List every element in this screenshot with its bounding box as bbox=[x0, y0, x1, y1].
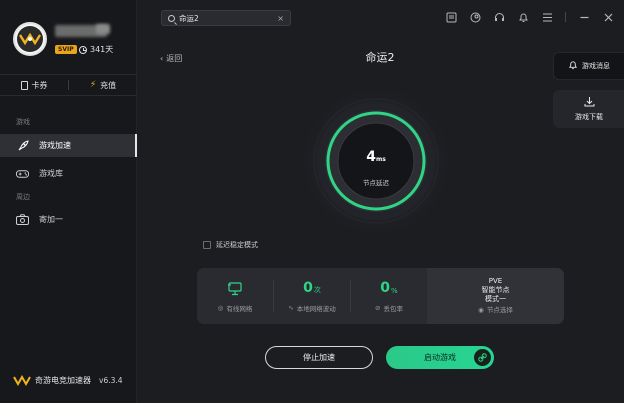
stat-packet-loss: 0% ⊘ 丢包率 bbox=[351, 268, 427, 324]
sidebar-item-jiayi[interactable]: 寄加一 bbox=[0, 208, 137, 231]
window-toolbar bbox=[445, 11, 614, 23]
username-redacted-extra bbox=[96, 24, 110, 34]
latency-label: 节点延迟 bbox=[363, 179, 389, 187]
avatar-logo-icon bbox=[17, 26, 43, 52]
link-icon[interactable] bbox=[474, 349, 491, 366]
stable-mode-label: 延迟稳定模式 bbox=[216, 241, 258, 249]
bolt-icon: ⚡ bbox=[89, 80, 97, 90]
menu-icon[interactable] bbox=[541, 11, 553, 23]
avatar[interactable] bbox=[13, 22, 47, 56]
sidebar-item-game-boost[interactable]: 游戏加速 bbox=[0, 134, 137, 157]
game-download-button[interactable]: 游戏下载 bbox=[553, 90, 624, 128]
local-label-row: ∿ 本地网络波动 bbox=[288, 303, 335, 313]
back-button[interactable]: ‹ 返回 bbox=[160, 53, 182, 64]
section-label-game: 游戏 bbox=[16, 118, 30, 126]
vip-days-text: 341天 bbox=[90, 45, 114, 54]
section-label-around: 周边 bbox=[16, 193, 30, 201]
node-label-row: ◉ 节点选择 bbox=[478, 306, 513, 315]
clock-icon bbox=[79, 45, 87, 54]
vip-days: 341天 bbox=[79, 44, 113, 55]
packet-loss-value: 0% bbox=[380, 280, 397, 296]
start-game-button[interactable]: 启动游戏 bbox=[386, 346, 494, 369]
stat-local-fluctuation: 0次 ∿ 本地网络波动 bbox=[274, 268, 350, 324]
node-label: 节点选择 bbox=[486, 306, 513, 314]
globe-icon: ◎ bbox=[217, 303, 224, 312]
link-icon: ⊘ bbox=[375, 303, 381, 312]
coupon-label: 卡券 bbox=[31, 80, 48, 90]
latency-gauge: 4ms 节点延迟 bbox=[296, 83, 456, 245]
smart-node: 智能节点 bbox=[481, 286, 510, 294]
start-game-label: 启动游戏 bbox=[424, 353, 456, 362]
stats-panel: ◎ 有线网络 0次 ∿ 本地网络波动 0% ⊘ 丢包率 PVE 智能节点 模式一… bbox=[197, 268, 564, 324]
back-label: 返回 bbox=[166, 54, 183, 63]
local-label: 本地网络波动 bbox=[296, 304, 336, 313]
bell-icon bbox=[568, 60, 578, 72]
wired-label-row: ◎ 有线网络 bbox=[218, 303, 253, 313]
gamepad-icon bbox=[16, 168, 29, 179]
sidebar-item-label: 游戏加速 bbox=[39, 141, 71, 150]
news-icon[interactable] bbox=[445, 11, 457, 23]
download-icon bbox=[584, 96, 595, 109]
coupon-button[interactable]: 卡券 bbox=[0, 80, 68, 91]
loss-number: 0 bbox=[380, 279, 391, 296]
game-news-label: 游戏消息 bbox=[582, 62, 610, 70]
brand-name: 奇游电竞加速器 bbox=[35, 376, 91, 385]
brand: 奇游电竞加速器 v6.3.4 bbox=[13, 374, 123, 387]
recharge-label: 充值 bbox=[100, 80, 117, 90]
vip-badge: SVIP bbox=[55, 45, 77, 54]
local-number: 0 bbox=[303, 279, 313, 296]
node-select-button[interactable]: PVE 智能节点 模式一 ◉ 节点选择 bbox=[427, 268, 564, 324]
stat-wired: ◎ 有线网络 bbox=[197, 268, 273, 324]
page-title: 命运2 bbox=[365, 51, 395, 64]
quick-actions: 卡券 ⚡ 充值 bbox=[0, 74, 137, 96]
minimize-icon[interactable] bbox=[578, 11, 590, 23]
local-unit: 次 bbox=[313, 285, 321, 294]
pulse-icon: ∿ bbox=[288, 303, 294, 312]
game-news-button[interactable]: 游戏消息 bbox=[553, 52, 624, 80]
game-download-label: 游戏下载 bbox=[575, 113, 603, 121]
sidebar-item-label: 寄加一 bbox=[39, 215, 63, 224]
loss-label: 丢包率 bbox=[383, 304, 403, 313]
sidebar-item-label: 游戏库 bbox=[39, 169, 63, 178]
version-text: v6.3.4 bbox=[99, 376, 123, 385]
card-icon bbox=[20, 80, 28, 90]
loss-label-row: ⊘ 丢包率 bbox=[375, 303, 403, 313]
search-input[interactable] bbox=[179, 13, 274, 23]
pve-mode: PVE bbox=[488, 277, 503, 285]
rocket-icon bbox=[16, 139, 29, 151]
local-fluctuation-value: 0次 bbox=[303, 280, 321, 296]
topbar: × bbox=[137, 0, 624, 36]
close-icon[interactable] bbox=[602, 11, 614, 23]
divider bbox=[565, 12, 566, 22]
loss-unit: % bbox=[391, 286, 398, 295]
headset-icon[interactable] bbox=[493, 11, 505, 23]
clear-icon[interactable]: × bbox=[277, 14, 284, 23]
sidebar-item-game-library[interactable]: 游戏库 bbox=[0, 162, 137, 185]
chevron-left-icon: ‹ bbox=[160, 54, 164, 63]
camera-icon bbox=[16, 214, 29, 225]
brand-logo-icon bbox=[13, 374, 31, 387]
mode-one: 模式一 bbox=[485, 295, 506, 303]
stop-boost-button[interactable]: 停止加速 bbox=[265, 346, 373, 369]
latency-number: 4 bbox=[366, 149, 376, 165]
sidebar: SVIP 341天 卡券 ⚡ 充值 游戏 游戏加速 游戏库 周边 寄加一 奇游电… bbox=[0, 0, 137, 403]
steam-icon[interactable] bbox=[469, 11, 481, 23]
search-box[interactable]: × bbox=[161, 10, 291, 26]
search-icon bbox=[168, 14, 175, 22]
right-panel: 游戏消息 游戏下载 bbox=[553, 52, 624, 128]
stable-mode-toggle[interactable]: 延迟稳定模式 bbox=[203, 240, 258, 250]
wired-label: 有线网络 bbox=[226, 304, 253, 313]
latency-value: 4ms bbox=[296, 149, 456, 165]
wired-network-icon bbox=[227, 280, 243, 296]
recharge-button[interactable]: ⚡ 充值 bbox=[69, 80, 137, 91]
stable-mode-checkbox[interactable] bbox=[203, 241, 211, 249]
target-icon: ◉ bbox=[478, 306, 484, 314]
bell-icon[interactable] bbox=[517, 11, 529, 23]
latency-unit: ms bbox=[375, 156, 386, 163]
